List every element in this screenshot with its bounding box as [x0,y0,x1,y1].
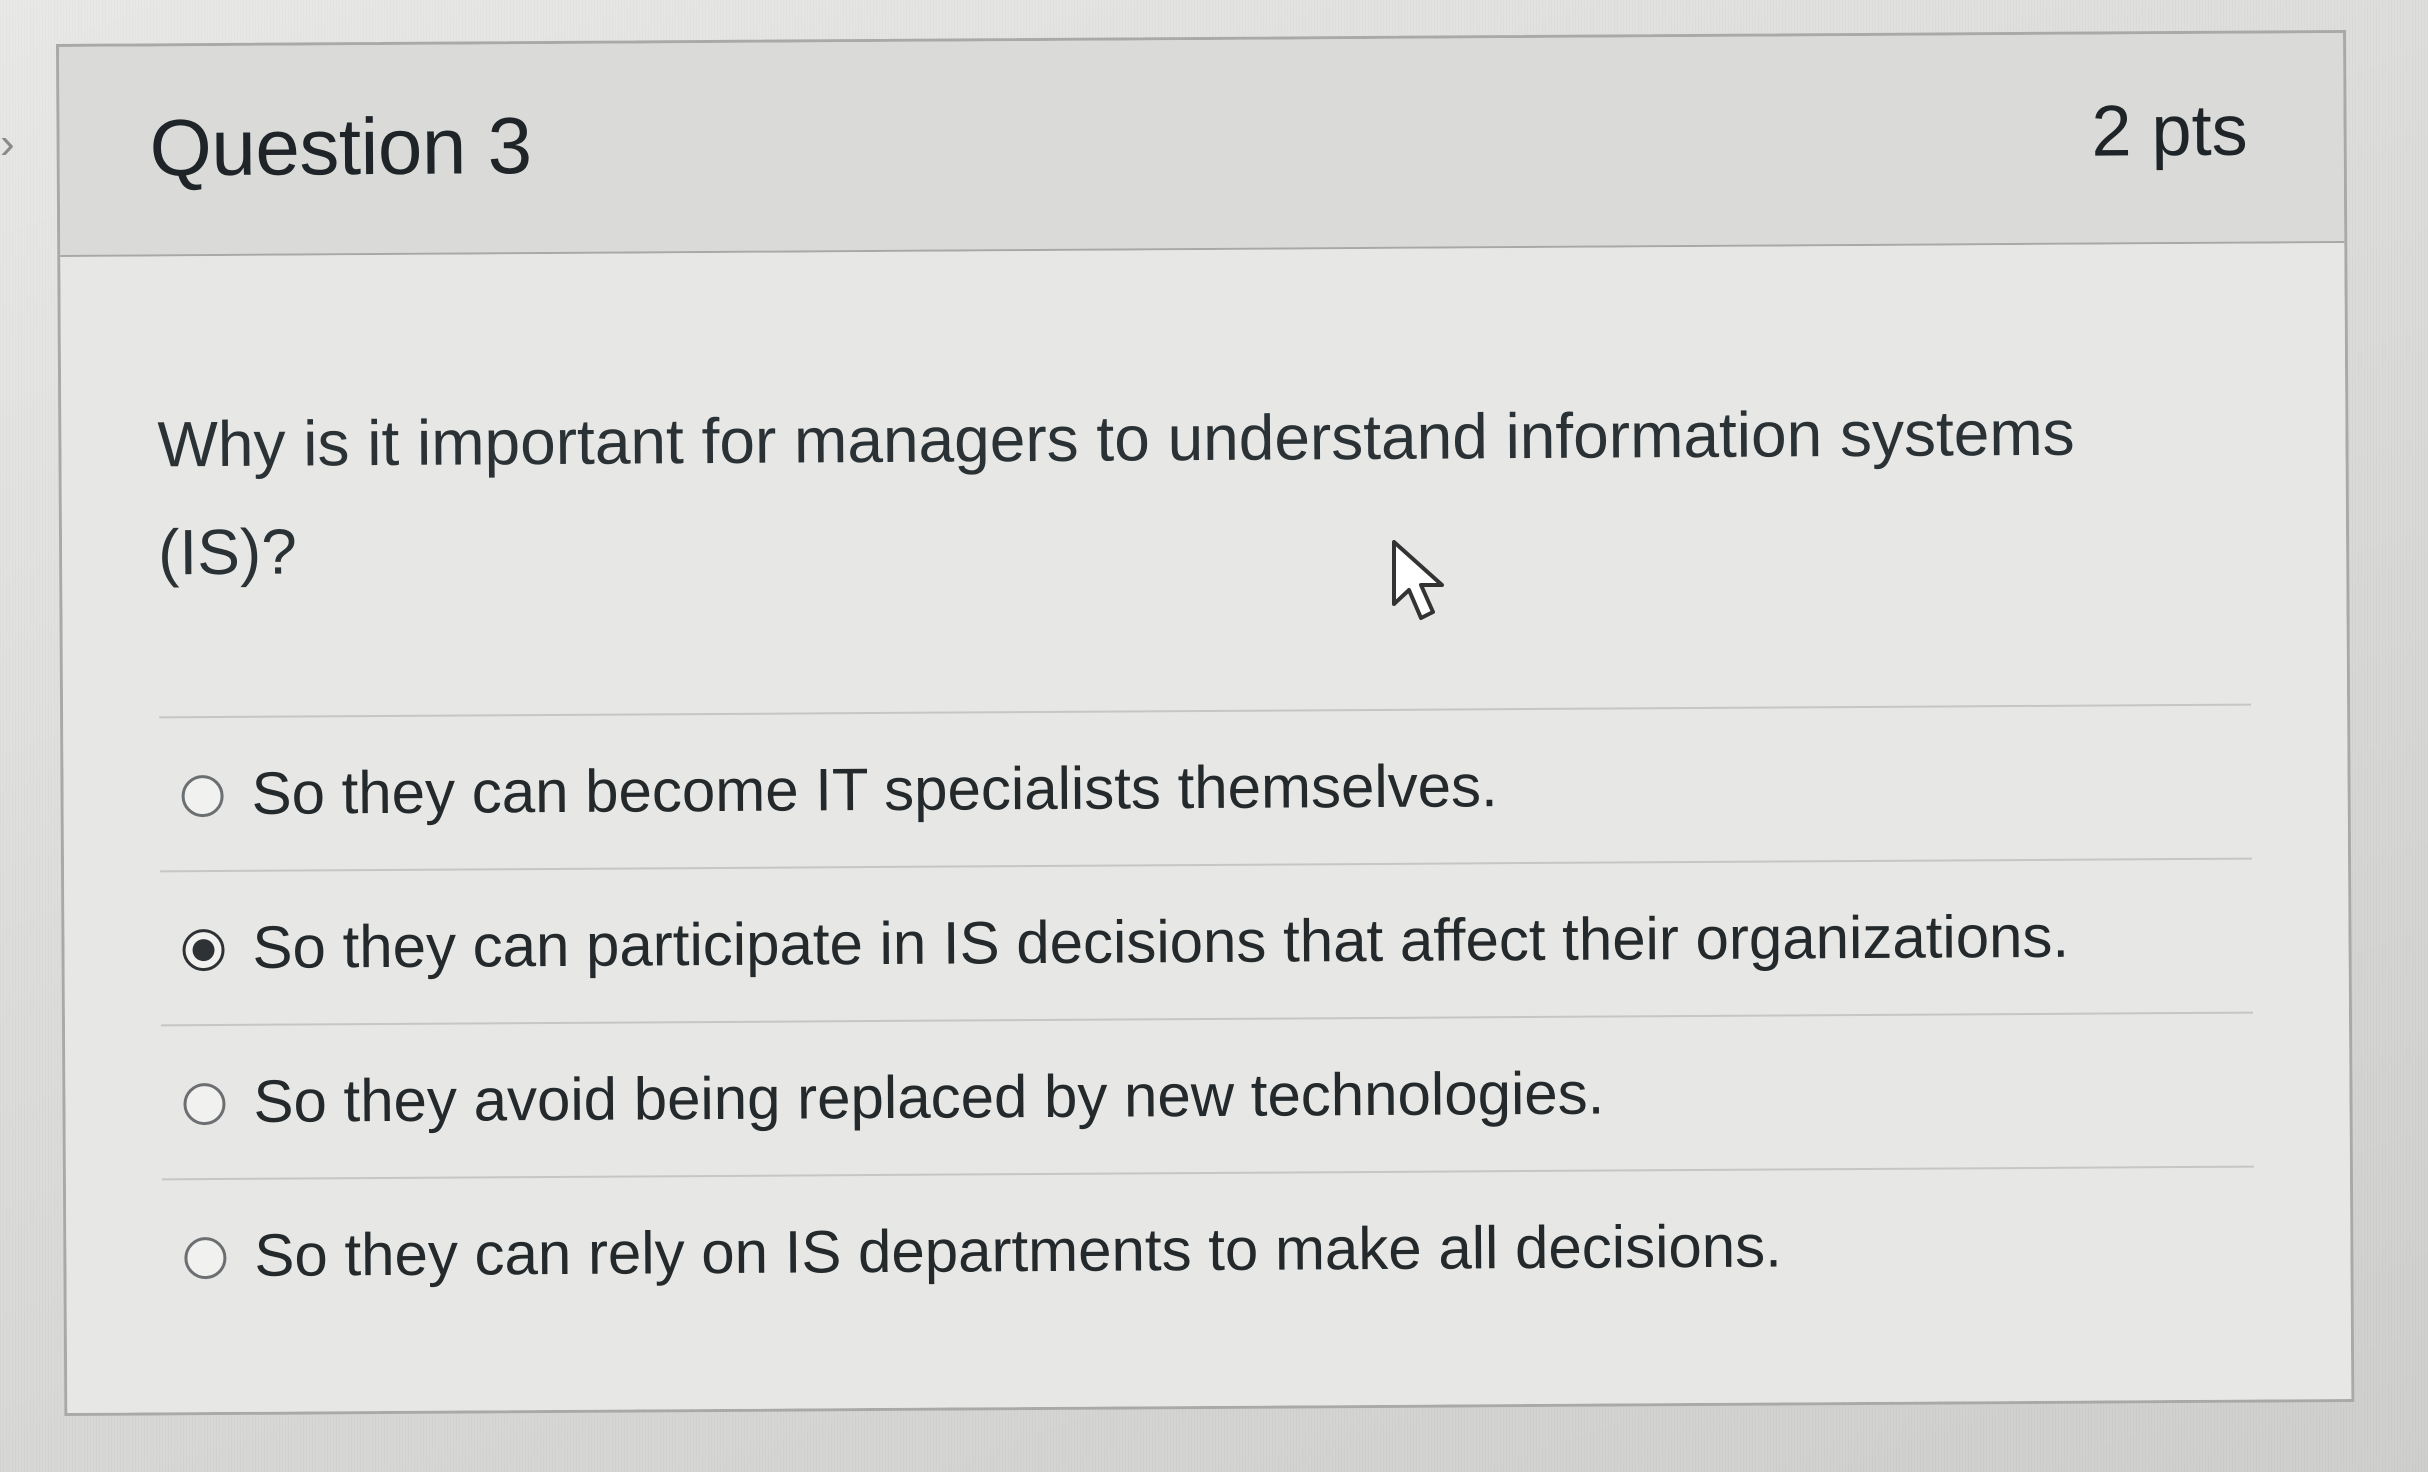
radio-unselected-icon[interactable] [181,774,224,818]
answer-option-4[interactable]: So they can rely on IS departments to ma… [162,1168,2255,1333]
question-header: Question 3 2 pts [59,33,2345,257]
answer-label[interactable]: So they can become IT specialists themse… [251,750,1498,830]
answer-label[interactable]: So they can participate in IS decisions … [252,901,2069,984]
answer-option-3[interactable]: So they avoid being replaced by new tech… [161,1013,2254,1181]
radio-unselected-icon[interactable] [183,1082,226,1126]
answer-list: So they can become IT specialists themse… [159,703,2255,1333]
mouse-pointer-icon [1392,540,1444,620]
question-card: Question 3 2 pts Why is it important for… [56,30,2355,1416]
question-title: Question 3 [149,101,532,193]
radio-unselected-icon[interactable] [184,1236,227,1280]
answer-option-2[interactable]: So they can participate in IS decisions … [160,859,2253,1027]
answer-label[interactable]: So they avoid being replaced by new tech… [253,1058,1604,1138]
chevron-right-icon: › [0,124,14,164]
question-points: 2 pts [2091,90,2248,172]
answer-label[interactable]: So they can rely on IS departments to ma… [254,1210,1782,1291]
question-body: Why is it important for managers to unde… [60,243,2352,1413]
question-text: Why is it important for managers to unde… [157,396,2075,589]
answer-option-1[interactable]: So they can become IT specialists themse… [159,705,2253,873]
radio-selected-icon[interactable] [182,928,225,972]
